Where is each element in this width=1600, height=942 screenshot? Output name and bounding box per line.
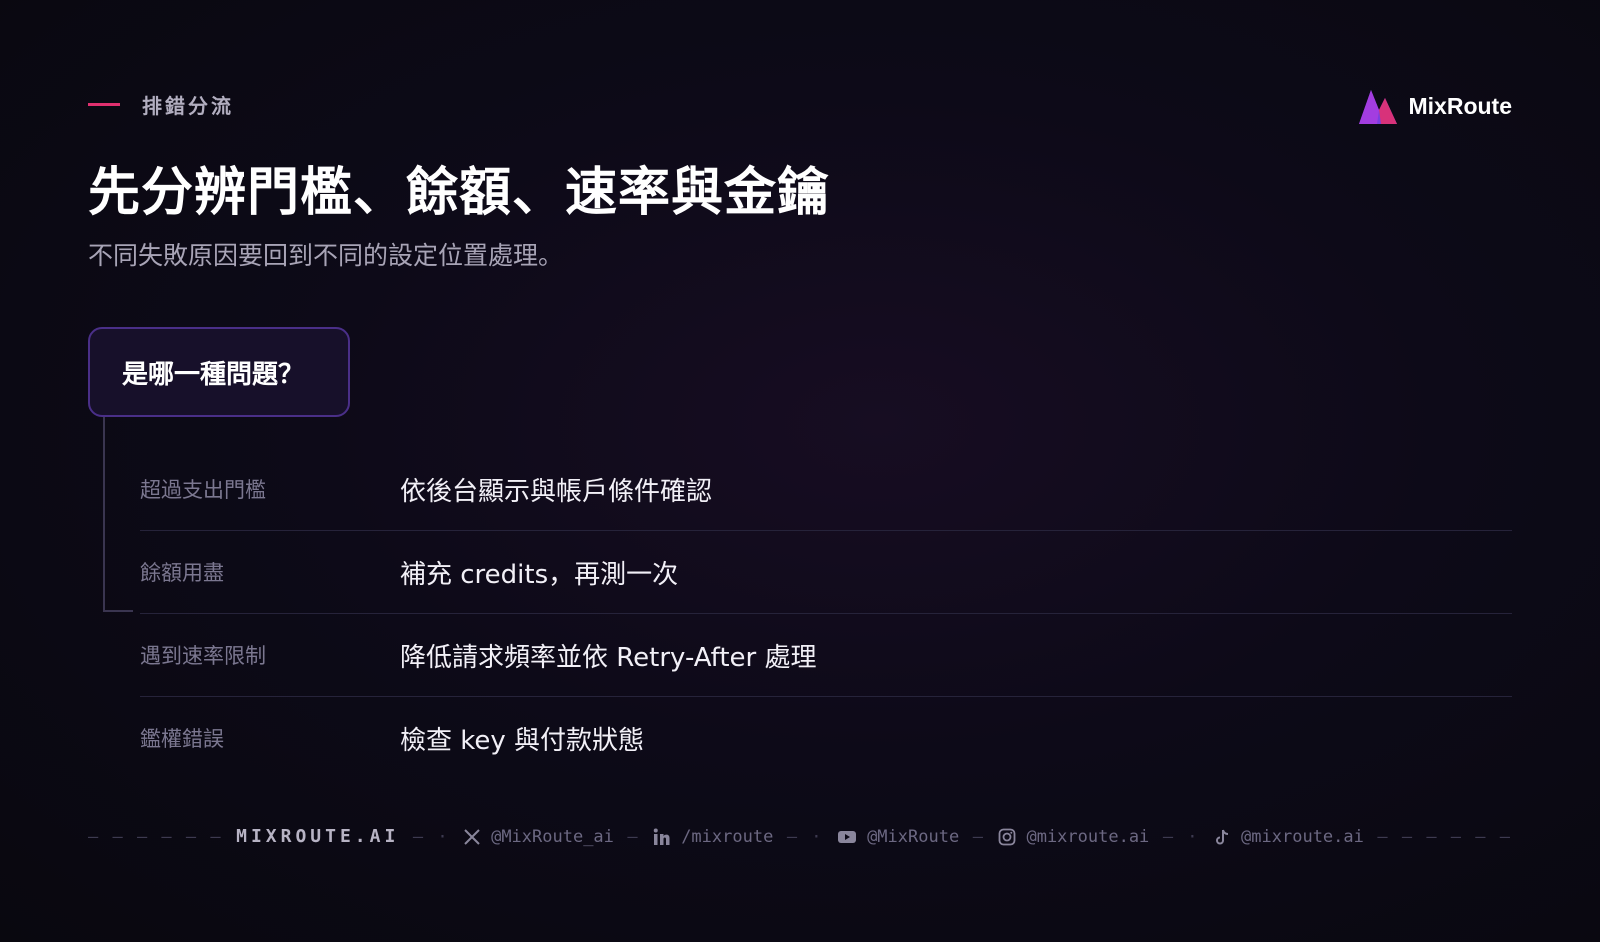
tiktok-icon [1216, 829, 1229, 844]
tree-connector-line [103, 417, 133, 612]
triage-cause: 餘額用盡 [140, 561, 224, 585]
footer-site-link[interactable]: MIXROUTE.AI [236, 826, 399, 847]
linkedin-icon [653, 828, 670, 845]
triage-row: 遇到速率限制 降低請求頻率並依 Retry-After 處理 [140, 614, 1512, 697]
social-x[interactable]: @MixRoute_ai [463, 827, 614, 847]
x-icon [464, 828, 480, 845]
triage-list: 超過支出門檻 依後台顯示與帳戶條件確認 餘額用盡 補充 credits，再測一次… [140, 448, 1512, 779]
triage-row: 超過支出門檻 依後台顯示與帳戶條件確認 [140, 448, 1512, 531]
social-tiktok[interactable]: @mixroute.ai [1213, 827, 1364, 847]
triage-cause: 遇到速率限制 [140, 644, 266, 668]
triage-action: 依後台顯示與帳戶條件確認 [400, 476, 713, 507]
footer-divider: – [627, 826, 640, 847]
footer-divider: – · [786, 826, 824, 847]
social-handle: @MixRoute_ai [491, 826, 614, 847]
triage-row: 鑑權錯誤 檢查 key 與付款狀態 [140, 697, 1512, 779]
triage-action: 降低請求頻率並依 Retry-After 處理 [400, 642, 817, 673]
footer-divider: – – – – – – [1377, 826, 1512, 847]
eyebrow-label: 排錯分流 [142, 94, 234, 118]
social-handle: @mixroute.ai [1241, 826, 1364, 847]
triage-row: 餘額用盡 補充 credits，再測一次 [140, 531, 1512, 614]
footer-bar: – – – – – – MIXROUTE.AI – · @MixRoute_ai… [88, 826, 1512, 847]
social-handle: /mixroute [681, 826, 774, 847]
youtube-icon [838, 830, 857, 843]
social-linkedin[interactable]: /mixroute [653, 827, 773, 847]
question-box: 是哪一種問題？ [88, 327, 350, 417]
section-eyebrow: 排錯分流 [88, 90, 234, 119]
question-text: 是哪一種問題？ [122, 359, 305, 390]
page-title: 先分辨門檻、餘額、速率與金鑰 [88, 163, 831, 223]
brand-logo: MixRoute [1357, 86, 1513, 126]
page-subtitle: 不同失敗原因要回到不同的設定位置處理。 [88, 241, 564, 270]
triage-action: 檢查 key 與付款狀態 [400, 725, 645, 756]
triage-action: 補充 credits，再測一次 [400, 559, 679, 590]
footer-divider: – · [412, 826, 450, 847]
footer-divider: – [972, 826, 985, 847]
instagram-icon [999, 828, 1016, 845]
triage-cause: 超過支出門檻 [140, 478, 266, 502]
social-instagram[interactable]: @mixroute.ai [998, 827, 1149, 847]
social-handle: @MixRoute [867, 826, 960, 847]
triage-cause: 鑑權錯誤 [140, 727, 224, 751]
social-handle: @mixroute.ai [1026, 826, 1150, 847]
eyebrow-accent-line [88, 103, 120, 106]
footer-divider: – – – – – – [88, 826, 223, 847]
social-youtube[interactable]: @MixRoute [837, 827, 959, 847]
brand-name: MixRoute [1408, 92, 1513, 119]
mixroute-logo-icon [1358, 90, 1397, 124]
footer-divider: – · [1162, 826, 1200, 847]
